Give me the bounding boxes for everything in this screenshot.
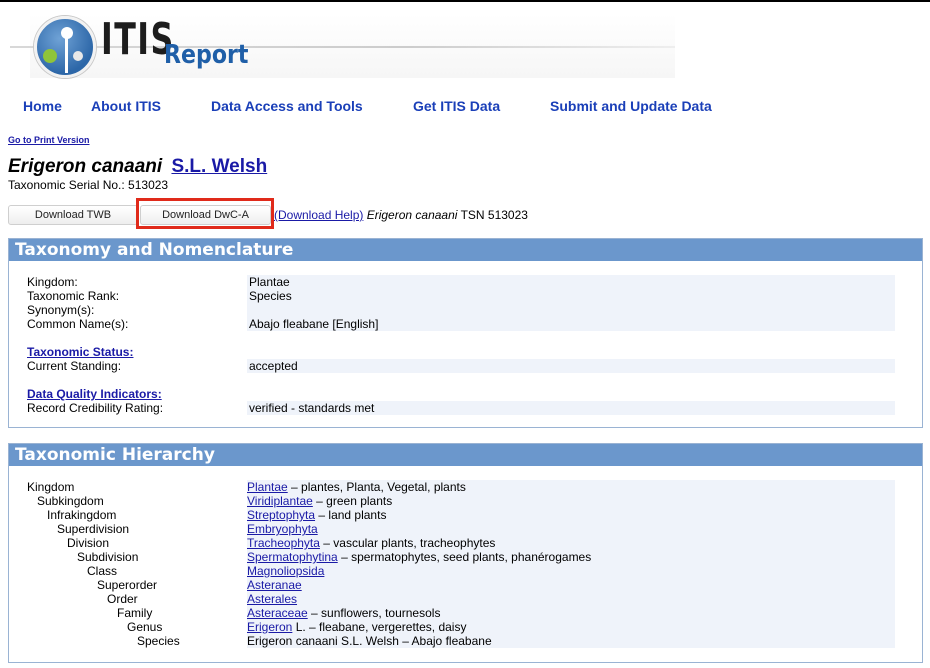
- rank-name: Genus: [127, 620, 163, 634]
- hierarchy-row: Genus Erigeron L. – fleabane, vergerette…: [9, 620, 922, 634]
- hierarchy-row: Species Erigeron canaani S.L. Welsh – Ab…: [9, 634, 922, 648]
- taxon-common: – green plants: [316, 494, 393, 508]
- taxonomic-status-link[interactable]: Taxonomic Status:: [27, 345, 133, 359]
- taxon-value: Spermatophytina – spermatophytes, seed p…: [247, 550, 895, 564]
- print-version-link[interactable]: Go to Print Version: [8, 135, 90, 145]
- download-species-name: Erigeron canaani: [366, 208, 458, 222]
- hierarchy-row: Infrakingdom Streptophyta – land plants: [9, 508, 922, 522]
- hierarchy-row: Division Tracheophyta – vascular plants,…: [9, 536, 922, 550]
- nav-get-itis-data[interactable]: Get ITIS Data: [413, 98, 500, 114]
- taxon-value: Asteranae: [247, 578, 895, 592]
- itis-logo-icon[interactable]: [34, 16, 96, 78]
- hierarchy-row: Family Asteraceae – sunflowers, tourneso…: [9, 606, 922, 620]
- rank-name: Class: [87, 564, 118, 578]
- taxon-common: L. – fleabane, vergerettes, daisy: [295, 620, 467, 634]
- nav-data-access-tools[interactable]: Data Access and Tools: [211, 98, 363, 114]
- hierarchy-row: Subkingdom Viridiplantae – green plants: [9, 494, 922, 508]
- synonyms-value: [247, 303, 895, 317]
- main-nav: Home About ITIS Data Access and Tools Ge…: [0, 98, 930, 118]
- nav-submit-update-data[interactable]: Submit and Update Data: [550, 98, 712, 114]
- hierarchy-panel: Taxonomic Hierarchy Kingdom Plantae – pl…: [8, 443, 923, 663]
- page-title: Erigeron canaani S.L. Welsh: [8, 156, 267, 178]
- taxonomy-panel-title: Taxonomy and Nomenclature: [9, 239, 922, 261]
- site-header: ITIS Report: [0, 2, 930, 84]
- taxon-link[interactable]: Tracheophyta: [247, 536, 320, 550]
- rank-name: Division: [67, 536, 110, 550]
- rank-name: Kingdom: [27, 480, 75, 494]
- taxon-link[interactable]: Spermatophytina: [247, 550, 338, 564]
- taxon-common: – spermatophytes, seed plants, phanéroga…: [341, 550, 592, 564]
- standing-label: Current Standing:: [27, 359, 122, 373]
- taxon-link[interactable]: Viridiplantae: [247, 494, 313, 508]
- download-twb-button[interactable]: Download TWB: [8, 205, 138, 225]
- rank-name: Species: [137, 634, 180, 648]
- standing-value: accepted: [247, 359, 895, 373]
- nav-home[interactable]: Home: [23, 98, 62, 114]
- taxon-value: Erigeron L. – fleabane, vergerettes, dai…: [247, 620, 895, 634]
- taxon-link[interactable]: Asteraceae: [247, 606, 308, 620]
- rank-name: Subkingdom: [37, 494, 104, 508]
- taxon-value: Viridiplantae – green plants: [247, 494, 895, 508]
- hierarchy-row: Order Asterales: [9, 592, 922, 606]
- taxon-common: – vascular plants, tracheophytes: [323, 536, 496, 550]
- taxon-link[interactable]: Embryophyta: [247, 522, 318, 536]
- dwca-highlight-box: [136, 198, 274, 229]
- hierarchy-panel-title: Taxonomic Hierarchy: [9, 444, 922, 466]
- scientific-name: Erigeron canaani: [8, 156, 163, 177]
- species-text: Erigeron canaani S.L. Welsh – Abajo flea…: [247, 634, 492, 648]
- kingdom-label: Kingdom:: [27, 275, 78, 289]
- rank-name: Order: [107, 592, 138, 606]
- author-link[interactable]: S.L. Welsh: [171, 156, 267, 177]
- taxon-common: – land plants: [318, 508, 387, 522]
- taxonomy-panel: Taxonomy and Nomenclature Kingdom: Plant…: [8, 238, 923, 428]
- hierarchy-row: Subdivision Spermatophytina – spermatoph…: [9, 550, 922, 564]
- kingdom-value: Plantae: [247, 275, 895, 289]
- hierarchy-row: Superdivision Embryophyta: [9, 522, 922, 536]
- nav-about-itis[interactable]: About ITIS: [91, 98, 161, 114]
- hierarchy-row: Kingdom Plantae – plantes, Planta, Veget…: [9, 480, 922, 494]
- taxon-link[interactable]: Streptophyta: [247, 508, 315, 522]
- taxon-link[interactable]: Asteranae: [247, 578, 302, 592]
- hierarchy-row: Superorder Asteranae: [9, 578, 922, 592]
- taxon-link[interactable]: Plantae: [247, 480, 288, 494]
- report-label: Report: [164, 40, 249, 70]
- taxon-link[interactable]: Magnoliopsida: [247, 564, 324, 578]
- rank-name: Infrakingdom: [47, 508, 117, 522]
- rank-name: Subdivision: [77, 550, 139, 564]
- taxon-common: – sunflowers, tournesols: [311, 606, 441, 620]
- rank-value: Species: [247, 289, 895, 303]
- taxon-value: Tracheophyta – vascular plants, tracheop…: [247, 536, 895, 550]
- data-quality-link[interactable]: Data Quality Indicators:: [27, 387, 162, 401]
- download-info: (Download Help) Erigeron canaani TSN 513…: [274, 208, 528, 222]
- taxon-value: Asteraceae – sunflowers, tournesols: [247, 606, 895, 620]
- taxon-link[interactable]: Asterales: [247, 592, 297, 606]
- hierarchy-row: Class Magnoliopsida: [9, 564, 922, 578]
- credibility-label: Record Credibility Rating:: [27, 401, 164, 415]
- download-tsn: TSN 513023: [460, 208, 528, 222]
- taxon-value: Plantae – plantes, Planta, Vegetal, plan…: [247, 480, 895, 494]
- taxon-value: Magnoliopsida: [247, 564, 895, 578]
- common-names-label: Common Name(s):: [27, 317, 129, 331]
- taxon-value: Asterales: [247, 592, 895, 606]
- rank-name: Superorder: [97, 578, 158, 592]
- taxon-common: – plantes, Planta, Vegetal, plants: [291, 480, 466, 494]
- rank-name: Family: [117, 606, 153, 620]
- synonyms-label: Synonym(s):: [27, 303, 95, 317]
- credibility-value: verified - standards met: [247, 401, 895, 415]
- download-help-link[interactable]: (Download Help): [274, 208, 363, 222]
- rank-name: Superdivision: [57, 522, 130, 536]
- tsn-line: Taxonomic Serial No.: 513023: [8, 178, 169, 192]
- taxon-value: Embryophyta: [247, 522, 895, 536]
- taxon-value: Erigeron canaani S.L. Welsh – Abajo flea…: [247, 634, 895, 648]
- rank-label: Taxonomic Rank:: [27, 289, 120, 303]
- common-names-value: Abajo fleabane [English]: [247, 317, 895, 331]
- taxon-value: Streptophyta – land plants: [247, 508, 895, 522]
- taxon-link[interactable]: Erigeron: [247, 620, 292, 634]
